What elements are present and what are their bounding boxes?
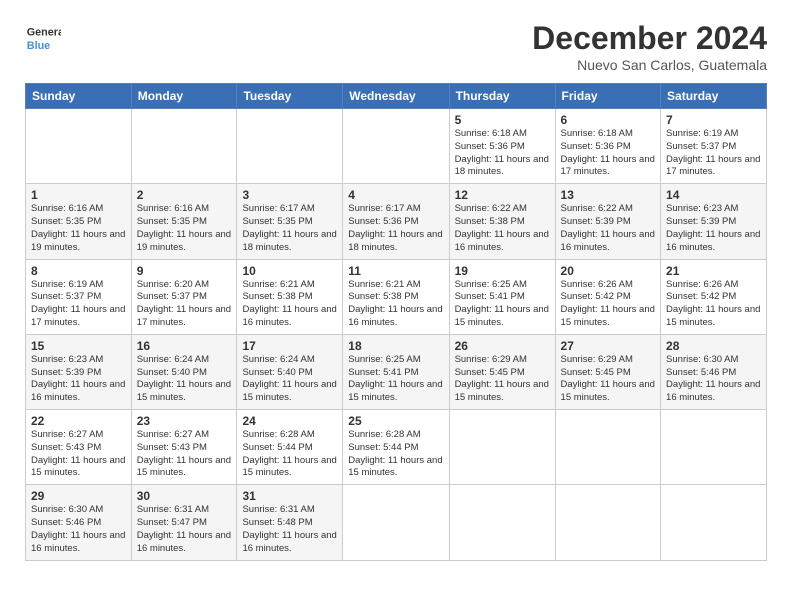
logo-icon: General Blue [25,20,61,56]
day-cell-2: 2 Sunrise: 6:16 AMSunset: 5:35 PMDayligh… [131,184,237,259]
day-cell-5: 5 Sunrise: 6:18 AMSunset: 5:36 PMDayligh… [449,109,555,184]
day-cell-12: 12 Sunrise: 6:22 AMSunset: 5:38 PMDaylig… [449,184,555,259]
empty-cell [237,109,343,184]
day-cell-16: 16 Sunrise: 6:24 AMSunset: 5:40 PMDaylig… [131,334,237,409]
day-cell-27: 27 Sunrise: 6:29 AMSunset: 5:45 PMDaylig… [555,334,661,409]
svg-text:Blue: Blue [27,40,50,52]
col-wednesday: Wednesday [343,84,449,109]
col-thursday: Thursday [449,84,555,109]
week-5: 22 Sunrise: 6:27 AMSunset: 5:43 PMDaylig… [26,410,767,485]
week-4: 15 Sunrise: 6:23 AMSunset: 5:39 PMDaylig… [26,334,767,409]
empty-cell [449,410,555,485]
col-monday: Monday [131,84,237,109]
day-cell-11: 11 Sunrise: 6:21 AMSunset: 5:38 PMDaylig… [343,259,449,334]
day-cell-14: 14 Sunrise: 6:23 AMSunset: 5:39 PMDaylig… [661,184,767,259]
header-row: Sunday Monday Tuesday Wednesday Thursday… [26,84,767,109]
day-cell-10: 10 Sunrise: 6:21 AMSunset: 5:38 PMDaylig… [237,259,343,334]
empty-cell [343,485,449,560]
empty-cell [26,109,132,184]
day-cell-21: 21 Sunrise: 6:26 AMSunset: 5:42 PMDaylig… [661,259,767,334]
day-cell-31: 31 Sunrise: 6:31 AMSunset: 5:48 PMDaylig… [237,485,343,560]
day-cell-28: 28 Sunrise: 6:30 AMSunset: 5:46 PMDaylig… [661,334,767,409]
week-2: 1 Sunrise: 6:16 AMSunset: 5:35 PMDayligh… [26,184,767,259]
day-cell-15: 15 Sunrise: 6:23 AMSunset: 5:39 PMDaylig… [26,334,132,409]
day-cell-29: 29 Sunrise: 6:30 AMSunset: 5:46 PMDaylig… [26,485,132,560]
week-3: 8 Sunrise: 6:19 AMSunset: 5:37 PMDayligh… [26,259,767,334]
page: General Blue December 2024 Nuevo San Car… [0,0,792,612]
location: Nuevo San Carlos, Guatemala [532,57,767,73]
day-cell-22: 22 Sunrise: 6:27 AMSunset: 5:43 PMDaylig… [26,410,132,485]
empty-cell [343,109,449,184]
day-cell-26: 26 Sunrise: 6:29 AMSunset: 5:45 PMDaylig… [449,334,555,409]
day-cell-6: 6 Sunrise: 6:18 AMSunset: 5:36 PMDayligh… [555,109,661,184]
day-cell-3: 3 Sunrise: 6:17 AMSunset: 5:35 PMDayligh… [237,184,343,259]
week-6: 29 Sunrise: 6:30 AMSunset: 5:46 PMDaylig… [26,485,767,560]
day-cell-7: 7 Sunrise: 6:19 AMSunset: 5:37 PMDayligh… [661,109,767,184]
col-friday: Friday [555,84,661,109]
empty-cell [661,485,767,560]
col-saturday: Saturday [661,84,767,109]
day-cell-25: 25 Sunrise: 6:28 AMSunset: 5:44 PMDaylig… [343,410,449,485]
day-cell-13: 13 Sunrise: 6:22 AMSunset: 5:39 PMDaylig… [555,184,661,259]
col-sunday: Sunday [26,84,132,109]
svg-text:General: General [27,26,61,38]
title-area: December 2024 Nuevo San Carlos, Guatemal… [532,20,767,73]
day-cell-24: 24 Sunrise: 6:28 AMSunset: 5:44 PMDaylig… [237,410,343,485]
logo: General Blue [25,20,61,56]
calendar: Sunday Monday Tuesday Wednesday Thursday… [25,83,767,561]
day-cell-1: 1 Sunrise: 6:16 AMSunset: 5:35 PMDayligh… [26,184,132,259]
day-cell-19: 19 Sunrise: 6:25 AMSunset: 5:41 PMDaylig… [449,259,555,334]
day-cell-23: 23 Sunrise: 6:27 AMSunset: 5:43 PMDaylig… [131,410,237,485]
empty-cell [131,109,237,184]
col-tuesday: Tuesday [237,84,343,109]
empty-cell [555,485,661,560]
day-cell-20: 20 Sunrise: 6:26 AMSunset: 5:42 PMDaylig… [555,259,661,334]
header: General Blue December 2024 Nuevo San Car… [25,20,767,73]
empty-cell [555,410,661,485]
day-cell-18: 18 Sunrise: 6:25 AMSunset: 5:41 PMDaylig… [343,334,449,409]
week-1: 5 Sunrise: 6:18 AMSunset: 5:36 PMDayligh… [26,109,767,184]
month-title: December 2024 [532,20,767,57]
empty-cell [449,485,555,560]
day-cell-30: 30 Sunrise: 6:31 AMSunset: 5:47 PMDaylig… [131,485,237,560]
day-cell-4: 4 Sunrise: 6:17 AMSunset: 5:36 PMDayligh… [343,184,449,259]
day-cell-9: 9 Sunrise: 6:20 AMSunset: 5:37 PMDayligh… [131,259,237,334]
empty-cell [661,410,767,485]
day-cell-17: 17 Sunrise: 6:24 AMSunset: 5:40 PMDaylig… [237,334,343,409]
day-cell-8: 8 Sunrise: 6:19 AMSunset: 5:37 PMDayligh… [26,259,132,334]
